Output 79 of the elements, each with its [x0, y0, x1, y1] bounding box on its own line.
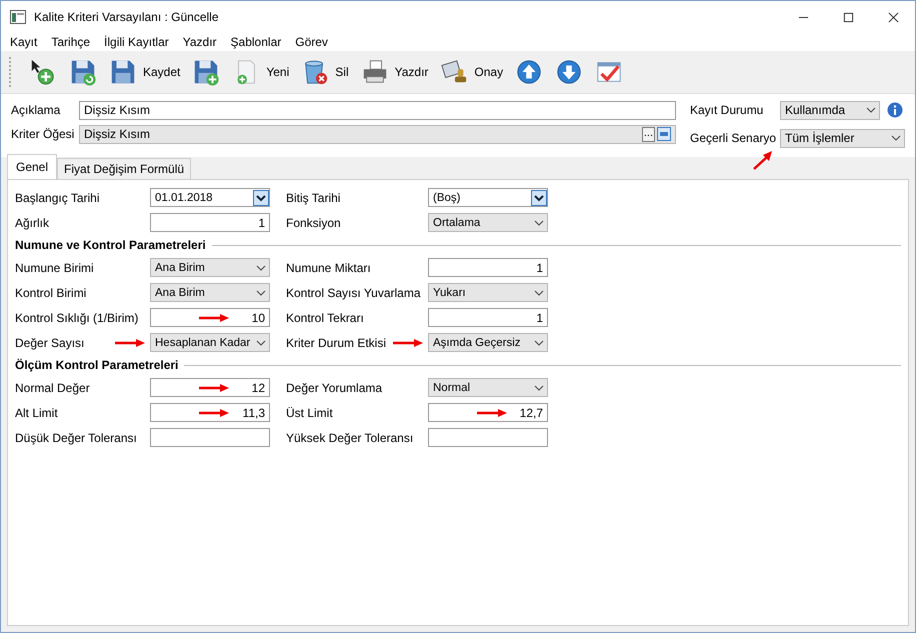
browse-button[interactable]: ...	[642, 126, 655, 142]
chevron-down-icon	[891, 135, 901, 141]
menu-item[interactable]: Şablonlar	[230, 35, 282, 49]
menu-item[interactable]: Kayıt	[10, 35, 38, 49]
calendar-dropdown-icon[interactable]	[253, 190, 269, 206]
toolbar-button[interactable]: Yeni	[226, 54, 296, 90]
chevron-down-icon	[866, 107, 876, 113]
field-label: Normal Değer	[15, 380, 91, 394]
dropdown[interactable]: Aşımda Geçersiz	[428, 333, 548, 352]
input-field[interactable]: Dişsiz Kısım ...	[79, 124, 676, 144]
tab[interactable]: Genel	[7, 154, 58, 179]
close-icon[interactable]	[888, 12, 899, 22]
section-heading: Ölçüm Kontrol Parametreleri	[15, 358, 178, 372]
field-label: Kontrol Tekrarı	[286, 310, 365, 324]
lookup-icon[interactable]	[657, 127, 671, 141]
chevron-down-icon	[534, 340, 544, 346]
field-label: Kriter Öğesi	[11, 127, 76, 141]
maximize-icon[interactable]	[843, 12, 854, 22]
floppy-plus-icon	[192, 58, 220, 86]
dropdown[interactable]: Tüm İşlemler	[780, 128, 905, 148]
window-title: Kalite Kriteri Varsayılanı : Güncelle	[34, 10, 220, 24]
dropdown[interactable]: Normal	[428, 378, 548, 397]
input-field[interactable]: 10	[150, 308, 270, 327]
floppy-refresh-icon	[69, 58, 97, 86]
toolbar-button[interactable]: Kaydet	[103, 54, 186, 90]
field-label: Kayıt Durumu	[690, 103, 764, 117]
input-field[interactable]	[428, 428, 548, 447]
dropdown[interactable]: Ana Birim	[150, 283, 270, 302]
calendar-dropdown-icon[interactable]	[531, 190, 547, 206]
section-heading: Numune ve Kontrol Parametreleri	[15, 238, 206, 252]
menu-item[interactable]: İlgili Kayıtlar	[104, 35, 169, 49]
toolbar-button[interactable]: Onay	[434, 54, 510, 90]
input-field[interactable]: 1	[428, 308, 548, 327]
tab[interactable]: Fiyat Değişim Formülü	[57, 158, 192, 179]
menu-item[interactable]: Yazdır	[182, 35, 217, 49]
field-label: Düşük Değer Toleransı	[15, 430, 138, 444]
input-field[interactable]: 11,3	[150, 403, 270, 422]
chevron-down-icon	[256, 264, 266, 270]
toolbar-button[interactable]: Yazdır	[354, 54, 434, 90]
toolbar-button[interactable]: Sil	[295, 54, 355, 90]
dropdown[interactable]: Hesaplanan Kadar	[150, 333, 270, 352]
date-field[interactable]: (Boş)	[428, 188, 548, 207]
dropdown[interactable]: Yukarı	[428, 283, 548, 302]
input-field[interactable]: 12,7	[428, 403, 548, 422]
field-label: Ağırlık	[15, 216, 50, 230]
chevron-down-icon	[534, 384, 544, 390]
dropdown[interactable]: Kullanımda	[780, 100, 880, 120]
dropdown[interactable]: Ana Birim	[150, 258, 270, 277]
chevron-down-icon	[534, 290, 544, 296]
field-label: Yüksek Değer Toleransı	[286, 430, 414, 444]
field-label: Değer Yorumlama	[286, 380, 384, 394]
field-label: Açıklama	[11, 103, 62, 117]
input-field[interactable]: 1	[428, 258, 548, 277]
menu-item[interactable]: Tarihçe	[51, 35, 90, 49]
app-icon	[10, 10, 26, 24]
chevron-down-icon	[256, 340, 266, 346]
input-field[interactable]: 12	[150, 378, 270, 397]
info-icon[interactable]	[887, 102, 903, 118]
field-label: Kontrol Sayısı Yuvarlama	[286, 286, 422, 300]
input-field[interactable]: Dişsiz Kısım	[79, 100, 676, 120]
chevron-down-icon	[256, 290, 266, 296]
dropdown[interactable]: Ortalama	[428, 213, 548, 232]
input-field[interactable]: 1	[150, 213, 270, 232]
field-label: Değer Sayısı	[15, 336, 86, 350]
date-field[interactable]: 01.01.2018	[150, 188, 270, 207]
menu-item[interactable]: Görev	[295, 35, 328, 49]
field-label: Başlangıç Tarihi	[15, 190, 100, 204]
field-label: Kontrol Birimi	[15, 286, 88, 300]
field-label: Fonksiyon	[286, 216, 342, 230]
field-label: Geçerli Senaryo	[690, 131, 778, 145]
field-label: Kriter Durum Etkisi	[286, 336, 388, 350]
field-label: Bitiş Tarihi	[286, 190, 342, 204]
chevron-down-icon	[534, 220, 544, 226]
field-label: Numune Miktarı	[286, 260, 372, 274]
field-label: Kontrol Sıklığı (1/Birim)	[15, 310, 140, 324]
field-label: Alt Limit	[15, 406, 59, 420]
input-field[interactable]	[150, 428, 270, 447]
field-label: Üst Limit	[286, 406, 334, 420]
field-label: Numune Birimi	[15, 260, 95, 274]
